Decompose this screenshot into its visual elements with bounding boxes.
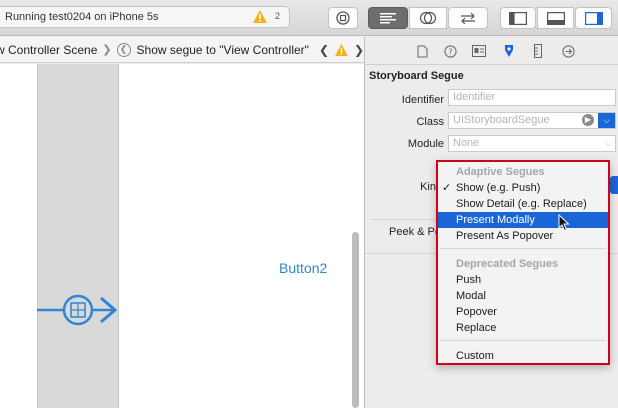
inspector-tabs: ? (365, 37, 618, 65)
attributes-inspector-icon[interactable] (502, 44, 516, 58)
segue-kind-menu: Adaptive Segues ✓ Show (e.g. Push) Show … (436, 160, 610, 365)
connections-inspector-icon[interactable] (561, 44, 575, 58)
debug-area-toggle-button[interactable] (537, 7, 574, 29)
assistant-circles-icon (419, 11, 437, 25)
warning-icon[interactable] (335, 43, 348, 56)
breadcrumb-segue[interactable]: Show segue to "View Controller" (137, 43, 309, 57)
menu-item-push[interactable]: Push (438, 272, 608, 288)
jump-bar: w Controller Scene ❯ ❮ Show segue to "Vi… (0, 37, 364, 63)
menu-item-popover[interactable]: Popover (438, 304, 608, 320)
identifier-field[interactable]: Identifier (448, 89, 616, 106)
menu-item-modal[interactable]: Modal (438, 288, 608, 304)
menu-separator (440, 340, 606, 341)
class-field[interactable]: UIStoryboardSegue ▶ ⌵ (448, 112, 616, 129)
segue-icon: ❮ (116, 42, 131, 57)
menu-item-label: Modal (456, 290, 486, 302)
menu-item-show-detail[interactable]: Show Detail (e.g. Replace) (438, 196, 608, 212)
stop-circle-icon (336, 11, 350, 25)
menu-item-label: Custom (456, 350, 494, 362)
arrow-circle-icon[interactable]: ▶ (582, 114, 594, 126)
activity-text: Running test0204 on iPhone 5s (5, 11, 159, 23)
menu-item-present-modally[interactable]: Present Modally (438, 212, 608, 228)
chevron-right-icon: ❯ (102, 44, 112, 56)
size-inspector-icon[interactable] (531, 44, 545, 58)
right-panel-icon (584, 11, 603, 25)
toolbar: Running test0204 on iPhone 5s 2 (0, 0, 618, 36)
navigator-toggle-button[interactable] (500, 7, 536, 29)
storyboard-canvas[interactable]: Button2 (0, 64, 364, 408)
menu-item-label: Popover (456, 306, 497, 318)
assistant-editor-button[interactable] (409, 7, 447, 29)
nav-back-icon[interactable]: ❮ (319, 43, 329, 57)
class-value: UIStoryboardSegue (453, 114, 550, 126)
lines-icon (380, 13, 396, 24)
section-title: Storyboard Segue (369, 70, 464, 82)
checkmark-icon: ✓ (442, 182, 452, 194)
bottom-panel-icon (546, 11, 565, 25)
warning-count: 2 (274, 11, 280, 21)
menu-header-adaptive: Adaptive Segues (456, 166, 545, 178)
button2[interactable]: Button2 (279, 260, 327, 276)
menu-item-show[interactable]: ✓ Show (e.g. Push) (438, 180, 608, 196)
mouse-cursor-icon (558, 214, 570, 232)
menu-item-label: Replace (456, 322, 497, 334)
file-inspector-icon[interactable] (415, 44, 429, 58)
chevron-down-icon[interactable]: ⌵ (605, 136, 612, 151)
identifier-label: Identifier (401, 94, 444, 106)
menu-item-custom[interactable]: Custom (438, 348, 608, 364)
menu-item-label: Present As Popover (456, 230, 554, 242)
class-label: Class (416, 116, 444, 128)
menu-item-label: Show (e.g. Push) (456, 182, 541, 194)
module-field[interactable]: None ⌵ (448, 135, 616, 152)
canvas-scrollbar[interactable] (352, 232, 359, 408)
kind-label: Kin (420, 181, 436, 193)
menu-item-label: Push (456, 274, 482, 286)
left-panel-icon (509, 11, 527, 25)
separator (371, 219, 441, 220)
warning-icon[interactable] (253, 10, 267, 23)
menu-item-label: Show Detail (e.g. Replace) (456, 198, 587, 210)
breakpoints-button[interactable] (328, 7, 358, 29)
menu-separator (440, 248, 606, 249)
nav-forward-icon[interactable]: ❯ (354, 43, 364, 57)
scene-gap (37, 64, 119, 408)
module-value: None (453, 137, 480, 149)
help-icon[interactable]: ? (443, 44, 457, 58)
module-label: Module (407, 138, 444, 150)
svg-text:?: ? (448, 47, 452, 56)
breadcrumb-scene[interactable]: w Controller Scene (0, 43, 97, 57)
menu-item-present-as-popover[interactable]: Present As Popover (438, 228, 608, 244)
menu-header-deprecated: Deprecated Segues (456, 258, 559, 270)
utilities-toggle-button[interactable] (575, 7, 612, 29)
kind-popup-edge[interactable] (610, 176, 618, 194)
chevron-down-icon[interactable]: ⌵ (598, 113, 615, 128)
standard-editor-button[interactable] (368, 7, 408, 29)
version-editor-button[interactable] (448, 7, 488, 29)
menu-item-replace[interactable]: Replace (438, 320, 608, 336)
segue-arrow[interactable] (37, 290, 119, 330)
menu-item-label: Present Modally (456, 214, 535, 226)
arrows-swap-icon (461, 12, 475, 24)
identifier-placeholder: Identifier (453, 91, 496, 103)
identity-inspector-icon[interactable] (472, 44, 486, 58)
activity-viewer: Running test0204 on iPhone 5s 2 (0, 6, 290, 28)
